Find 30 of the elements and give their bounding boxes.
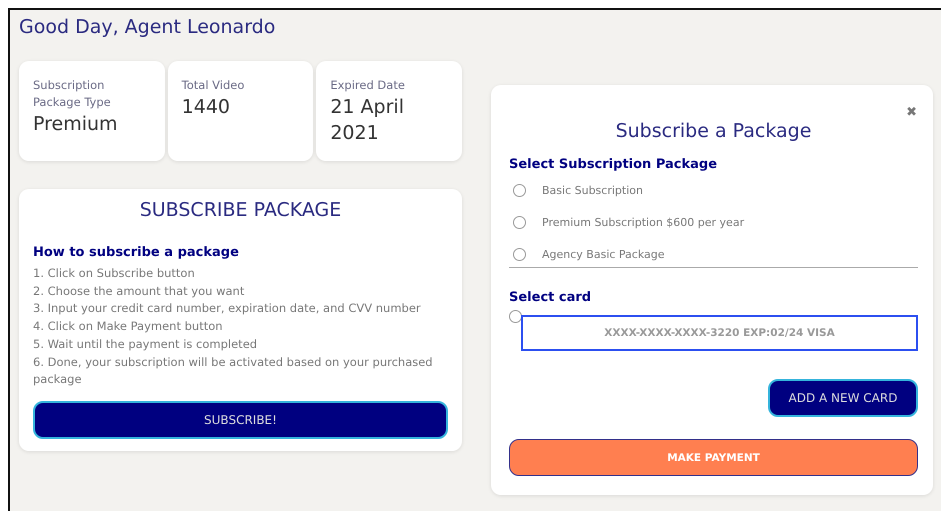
stat-label: Total Video (182, 77, 246, 94)
greeting-heading: Good Day, Agent Leonardo (19, 16, 276, 38)
instruction-step: 4. Click on Make Payment button (33, 318, 448, 336)
stat-value: 21 April 2021 (330, 95, 405, 146)
package-option[interactable]: Agency Basic Package (542, 248, 665, 260)
card-heading: Select card (509, 290, 592, 305)
make-payment-button[interactable]: MAKE PAYMENT (509, 439, 918, 476)
instruction-step: 1. Click on Subscribe button (33, 265, 448, 283)
saved-card-option[interactable]: XXXX-XXXX-XXXX-3220 EXP:02/24 VISA (521, 315, 918, 351)
radio-button[interactable] (509, 310, 522, 323)
instruction-step: 5. Wait until the payment is completed (33, 336, 448, 354)
instruction-step: 2. Choose the amount that you want (33, 282, 448, 300)
stat-label: Expired Date (330, 77, 406, 94)
stat-value: Premium (33, 112, 119, 137)
instruction-step: 3. Input your credit card number, expiration date, and CVV number (33, 300, 448, 318)
instructions-heading: How to subscribe a package (33, 245, 240, 260)
radio-button[interactable] (513, 216, 526, 228)
dialog-title: Subscribe a Package (614, 120, 812, 142)
close-icon[interactable]: ✖ (906, 105, 917, 120)
subscribe-button[interactable]: SUBSCRIBE! (33, 400, 448, 439)
radio-button[interactable] (513, 248, 526, 260)
card-title: SUBSCRIBE PACKAGE (138, 199, 342, 221)
package-heading: Select Subscription Package (509, 157, 718, 172)
instruction-step: 6. Done, your subscription will be activated based on your purchased package (33, 354, 448, 389)
radio-button[interactable] (513, 184, 526, 196)
stat-label: Subscription Package Type (33, 77, 112, 111)
stat-value: 1440 (182, 95, 232, 120)
package-option[interactable]: Premium Subscription $600 per year (542, 216, 744, 228)
package-option[interactable]: Basic Subscription (542, 184, 643, 196)
add-card-button[interactable]: ADD A NEW CARD (768, 379, 918, 417)
